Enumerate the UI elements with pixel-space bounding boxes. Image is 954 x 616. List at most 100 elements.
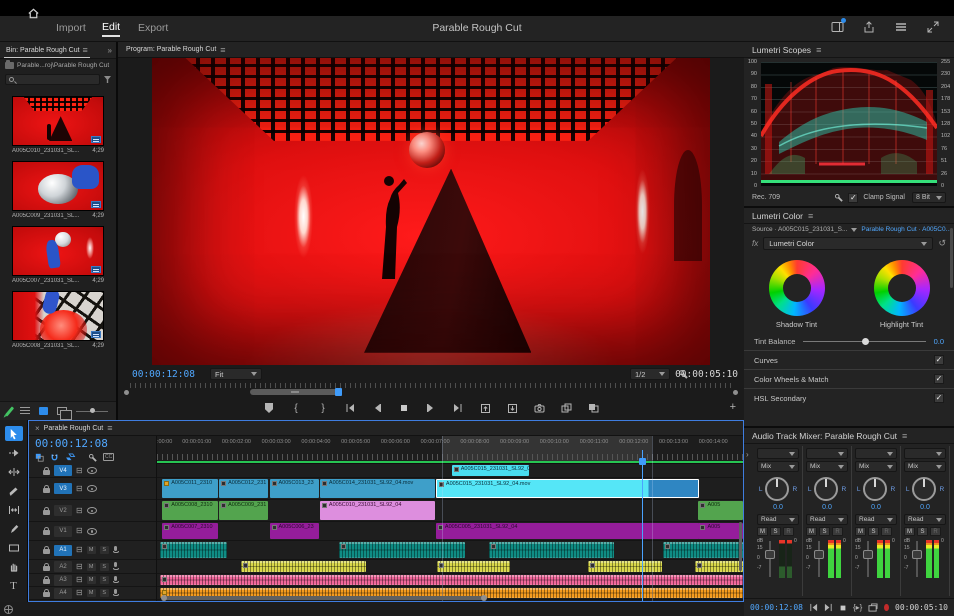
tool-hand[interactable] [5, 559, 23, 574]
pan-knob[interactable] [765, 477, 789, 501]
timeline-ruler[interactable]: :00:0000:00:01:0000:00:02:0000:00:03:000… [157, 436, 743, 464]
clip[interactable]: A005C013_23 [270, 479, 319, 498]
track-target-A2[interactable]: A2 [54, 561, 72, 572]
nest-toggle-icon[interactable] [35, 453, 44, 462]
clip[interactable] [339, 542, 464, 558]
panel-menu-icon[interactable]: ≡ [220, 45, 225, 55]
mark-in-button[interactable]: { [289, 401, 303, 415]
track-lane-V2[interactable]: A005C008_2310A005C009_231A005C010_231031… [157, 500, 743, 522]
clip[interactable]: A005C012_231 [219, 479, 268, 498]
voiceover-record-icon[interactable] [113, 562, 119, 571]
bit-depth-dropdown[interactable]: 8 Bit [912, 192, 946, 203]
clip[interactable]: A005C015_231031_SL92_04.mov [436, 479, 699, 498]
clip[interactable] [160, 542, 227, 558]
volume-fader[interactable] [769, 541, 771, 577]
scopes-header[interactable]: Lumetri Scopes ≡ [744, 42, 954, 58]
sync-lock-icon[interactable]: ⊟ [76, 507, 83, 515]
edit-pencil-icon[interactable] [5, 406, 14, 416]
reset-icon[interactable]: ↺ [938, 238, 946, 249]
mute-button[interactable]: M [87, 563, 96, 571]
clip[interactable]: A005C005_231031_SL92_04 [436, 523, 699, 539]
clip[interactable] [241, 561, 366, 572]
record-arm-button[interactable]: R [930, 527, 941, 536]
sync-lock-icon[interactable]: ⊟ [76, 576, 83, 584]
clip[interactable]: A005C007_2310 [162, 523, 218, 539]
lumetri-header[interactable]: Lumetri Color ≡ [744, 208, 954, 224]
go-to-in-button[interactable] [809, 602, 818, 613]
automation-select[interactable]: Read [855, 514, 897, 525]
source-clip-label[interactable]: Source · A005C015_231031_S... [752, 226, 847, 233]
timeline-playhead[interactable] [642, 450, 643, 601]
channel-mix-select[interactable]: Mix [855, 461, 897, 472]
color-wheels-checkbox[interactable]: ✓ [934, 374, 944, 384]
track-target-V3[interactable]: V3 [54, 483, 72, 494]
thumbnail-zoom-slider[interactable] [76, 411, 108, 412]
solo-button[interactable]: S [100, 563, 109, 571]
track-header-V4[interactable]: V4⊟ [29, 464, 156, 478]
fader-handle[interactable] [814, 550, 824, 559]
track-output-icon[interactable] [87, 528, 97, 535]
clip[interactable] [437, 561, 510, 572]
section-color-wheels[interactable]: Color Wheels & Match ✓ [744, 369, 954, 388]
home-button[interactable] [22, 4, 44, 22]
channel-mix-select[interactable]: Mix [904, 461, 946, 472]
solo-button[interactable]: S [917, 527, 928, 536]
scope-settings-wrench-icon[interactable] [834, 193, 843, 202]
tool-ripple-edit[interactable] [5, 464, 23, 479]
stacked-panels-icon[interactable] [894, 20, 908, 34]
tool-type[interactable]: T [5, 578, 23, 593]
timeline-timecode[interactable]: 00:00:12:08 [29, 436, 156, 450]
mute-button[interactable]: M [87, 576, 96, 584]
clip[interactable]: A005C015_231031_SL92_0 [452, 465, 529, 476]
track-header-A2[interactable]: A2⊟MS [29, 560, 156, 574]
channel-mix-select[interactable]: Mix [806, 461, 848, 472]
solo-button[interactable]: S [770, 527, 781, 536]
mute-button[interactable]: M [87, 589, 96, 597]
track-target-A4[interactable]: A4 [54, 588, 72, 599]
record-button[interactable] [884, 604, 889, 611]
channel-input-select[interactable] [855, 448, 897, 459]
clamp-signal-checkbox[interactable]: ✓ [848, 193, 858, 203]
filter-icon[interactable] [104, 76, 111, 83]
track-header-A4[interactable]: A4⊟MS [29, 587, 156, 600]
program-timecode[interactable]: 00:00:12:08 [132, 369, 195, 380]
clip[interactable] [160, 575, 743, 585]
track-output-icon[interactable] [87, 485, 97, 492]
highlight-tint-wheel[interactable] [874, 260, 930, 316]
mute-button[interactable]: M [806, 527, 817, 536]
list-item[interactable]: A005C008_231031_SL...4;29 [12, 291, 104, 349]
fader-handle[interactable] [912, 550, 922, 559]
clip[interactable]: A005C008_2310 [162, 501, 218, 520]
linked-selection-icon[interactable] [65, 453, 76, 461]
lock-icon[interactable] [43, 589, 50, 597]
waveform-scope[interactable] [761, 62, 937, 186]
track-target-A3[interactable]: A3 [54, 575, 72, 586]
voiceover-record-icon[interactable] [113, 576, 119, 585]
lock-icon[interactable] [43, 467, 50, 475]
record-arm-button[interactable]: R [783, 527, 794, 536]
play-in-to-out-button[interactable]: {▸} [853, 602, 862, 613]
button-editor-plus[interactable]: + [730, 401, 736, 413]
sync-lock-icon[interactable]: ⊟ [76, 467, 83, 475]
volume-fader[interactable] [818, 541, 820, 577]
effect-dropdown[interactable]: Lumetri Color [763, 237, 933, 250]
scroll-handle[interactable] [733, 390, 738, 395]
voiceover-record-icon[interactable] [113, 546, 119, 555]
tint-balance-slider[interactable] [803, 341, 925, 342]
automation-select[interactable]: Read [904, 514, 946, 525]
track-header-V3[interactable]: V3⊟ [29, 478, 156, 500]
panel-menu-icon[interactable]: ≡ [107, 423, 112, 433]
add-marker-button[interactable] [262, 401, 276, 415]
automation-select[interactable]: Read [806, 514, 848, 525]
channel-input-select[interactable] [757, 448, 799, 459]
clip[interactable]: A005 [698, 523, 743, 539]
track-lane-A1[interactable] [157, 541, 743, 560]
program-video-frame[interactable] [152, 58, 710, 365]
fader-handle[interactable] [863, 550, 873, 559]
step-back-button[interactable] [370, 401, 384, 415]
automate-to-sequence-icon[interactable] [57, 407, 67, 415]
record-arm-button[interactable]: R [881, 527, 892, 536]
pan-knob[interactable] [912, 477, 936, 501]
mixer-header[interactable]: Audio Track Mixer: Parable Rough Cut ≡ [744, 428, 954, 444]
playhead-handle[interactable] [639, 458, 646, 465]
